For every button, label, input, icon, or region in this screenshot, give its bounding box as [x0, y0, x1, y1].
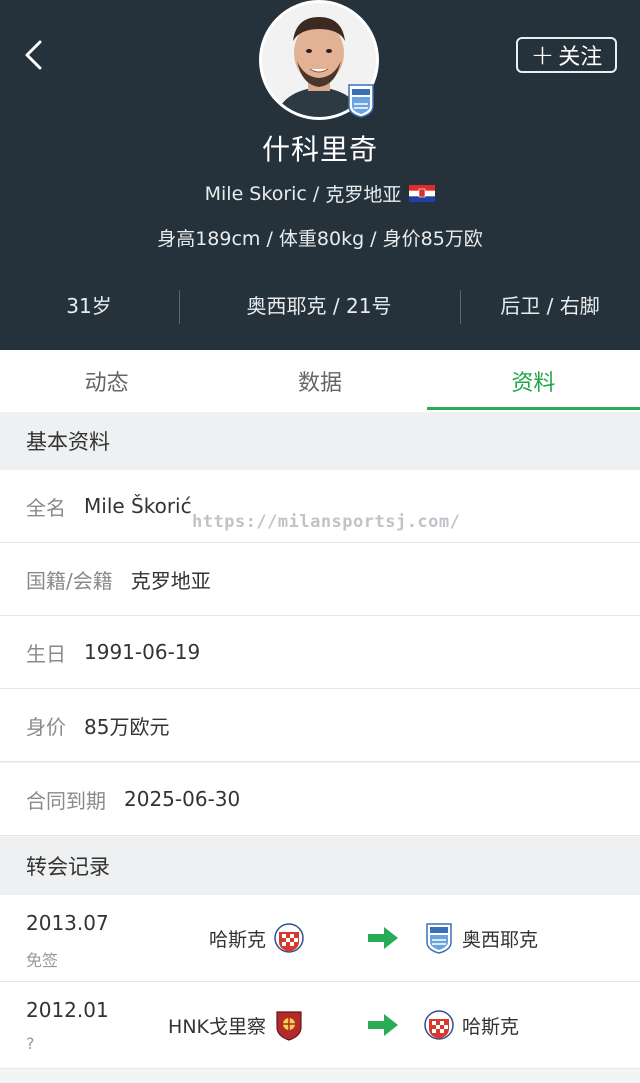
info-label: 全名: [26, 495, 66, 520]
transfer-from: HNK戈里察: [168, 1008, 304, 1042]
transfer-row[interactable]: 2012.01 ? HNK戈里察 哈斯克: [0, 982, 640, 1069]
player-subtitle: Mile Skoric / 克罗地亚: [0, 180, 640, 207]
follow-button[interactable]: + 关注: [516, 37, 617, 73]
info-row-contract-end: 合同到期 2025-06-30: [0, 763, 640, 836]
transfer-from: 哈斯克: [209, 921, 304, 955]
club-badge-icon: [348, 84, 374, 118]
from-club-name: 哈斯克: [208, 928, 266, 951]
section-title-transfers: 转会记录: [0, 837, 640, 895]
info-label: 合同到期: [26, 788, 106, 813]
player-position-foot: 后卫 / 右脚: [500, 293, 600, 318]
hajduk-crest-icon: [424, 1010, 454, 1040]
nationality: 克罗地亚: [325, 184, 402, 206]
info-value: 85万欧元: [84, 714, 170, 739]
transfer-to: 哈斯克: [424, 1008, 519, 1042]
info-label: 国籍/会籍: [26, 568, 113, 593]
info-row-market-value: 身价 85万欧元: [0, 689, 640, 762]
green-arrow-right-icon: [368, 1014, 398, 1036]
gorica-crest-icon: [276, 1011, 302, 1041]
tab-bar: 动态 数据 资料: [0, 350, 640, 412]
chevron-left-icon: [25, 40, 42, 70]
info-value: 1991-06-19: [84, 640, 201, 664]
divider: [179, 290, 180, 324]
transfer-date: 2012.01: [26, 998, 109, 1022]
transfer-type: ?: [26, 1034, 35, 1053]
info-value: 克罗地亚: [130, 568, 211, 593]
transfer-type: 免签: [26, 951, 59, 970]
to-club-name: 哈斯克: [462, 1015, 520, 1038]
separator: /: [306, 182, 326, 205]
info-label: 生日: [26, 641, 66, 666]
osijek-crest-icon: [426, 923, 452, 954]
player-name: 什科里奇: [261, 133, 378, 166]
player-club-number: 奥西耶克 / 21号: [246, 293, 392, 318]
croatia-flag-icon: [409, 185, 436, 202]
player-age: 31岁: [66, 293, 112, 318]
plus-icon: +: [530, 38, 555, 71]
divider: [460, 290, 461, 324]
player-meta-row: 31岁 奥西耶克 / 21号 后卫 / 右脚: [0, 282, 640, 326]
info-value: Mile Škorić: [84, 494, 192, 518]
to-club-name: 奥西耶克: [462, 928, 539, 951]
player-header: + 关注 什科里奇 Mile Skoric / 克罗地亚 身高189cm / 体…: [0, 0, 640, 350]
transfer-to: 奥西耶克: [424, 921, 538, 955]
info-row-birthday: 生日 1991-06-19: [0, 616, 640, 689]
info-row-full-name: 全名 Mile Škorić: [0, 470, 640, 543]
transfer-date: 2013.07: [26, 911, 109, 935]
green-arrow-right-icon: [368, 927, 398, 949]
info-value: 2025-06-30: [124, 787, 241, 811]
latin-name: Mile Skoric: [204, 182, 307, 205]
from-club-name: HNK戈里察: [168, 1015, 266, 1038]
section-title-basic-info: 基本资料: [0, 412, 640, 470]
transfer-row[interactable]: 2013.07 免签 哈斯克 奥西耶克: [0, 895, 640, 982]
info-label: 身价: [26, 714, 66, 739]
hajduk-crest-icon: [274, 923, 304, 953]
tab-stats[interactable]: 数据: [213, 350, 426, 412]
tab-feed[interactable]: 动态: [0, 350, 213, 412]
back-button[interactable]: [14, 32, 54, 78]
follow-label: 关注: [558, 45, 603, 70]
info-row-nationality: 国籍/会籍 克罗地亚: [0, 543, 640, 616]
player-physical-stats: 身高189cm / 体重80kg / 身价85万欧: [157, 228, 483, 250]
watermark: https://milansportsj.com/: [192, 512, 461, 532]
tab-profile[interactable]: 资料: [426, 350, 640, 412]
